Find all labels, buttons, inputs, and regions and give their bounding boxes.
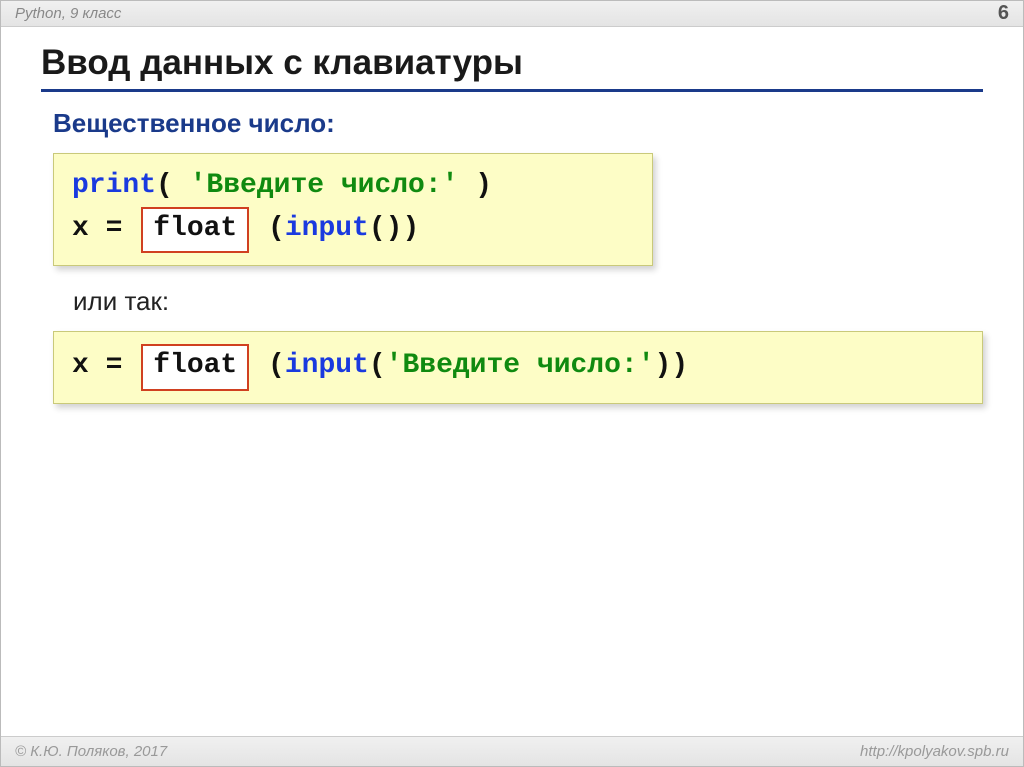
code-line-3: x = float (input('Введите число:')) [72,344,964,391]
copyright-text: © К.Ю. Поляков, 2017 [15,743,167,760]
or-label: или так: [73,286,983,317]
code-block-1: print( 'Введите число:' ) x = float (inp… [53,153,653,266]
code-block-2: x = float (input('Введите число:')) [53,331,983,404]
code-line-1: print( 'Введите число:' ) [72,166,634,207]
parens-close-3: )) [655,350,689,381]
float-highlight-box: float [141,207,249,254]
content-area: Вещественное число: print( 'Введите числ… [1,98,1023,422]
subheading: Вещественное число: [53,108,983,139]
header-bar: Python, 9 класс 6 [1,1,1023,27]
string-literal: 'Введите число:' [190,170,459,201]
paren-open: ( [156,170,190,201]
assign-prefix: x = [72,213,139,244]
paren-open-4: ( [369,350,386,381]
slide: Python, 9 класс 6 Ввод данных с клавиату… [0,0,1024,767]
paren-close: ) [458,170,492,201]
code-line-2: x = float (input()) [72,207,634,254]
parens-close-2: ()) [369,213,419,244]
string-literal-2: 'Введите число:' [386,350,655,381]
title-underline [41,89,983,92]
course-label: Python, 9 класс [15,5,121,22]
float-highlight-box-2: float [141,344,249,391]
print-keyword: print [72,170,156,201]
paren-open-3: ( [251,350,285,381]
page-title: Ввод данных с клавиатуры [41,43,983,83]
page-number: 6 [998,2,1009,25]
input-keyword: input [285,213,369,244]
footer-url: http://kpolyakov.spb.ru [860,743,1009,760]
title-area: Ввод данных с клавиатуры [1,27,1023,98]
input-keyword-2: input [285,350,369,381]
assign-prefix-2: x = [72,350,139,381]
footer-bar: © К.Ю. Поляков, 2017 http://kpolyakov.sp… [1,736,1023,766]
paren-open-2: ( [251,213,285,244]
